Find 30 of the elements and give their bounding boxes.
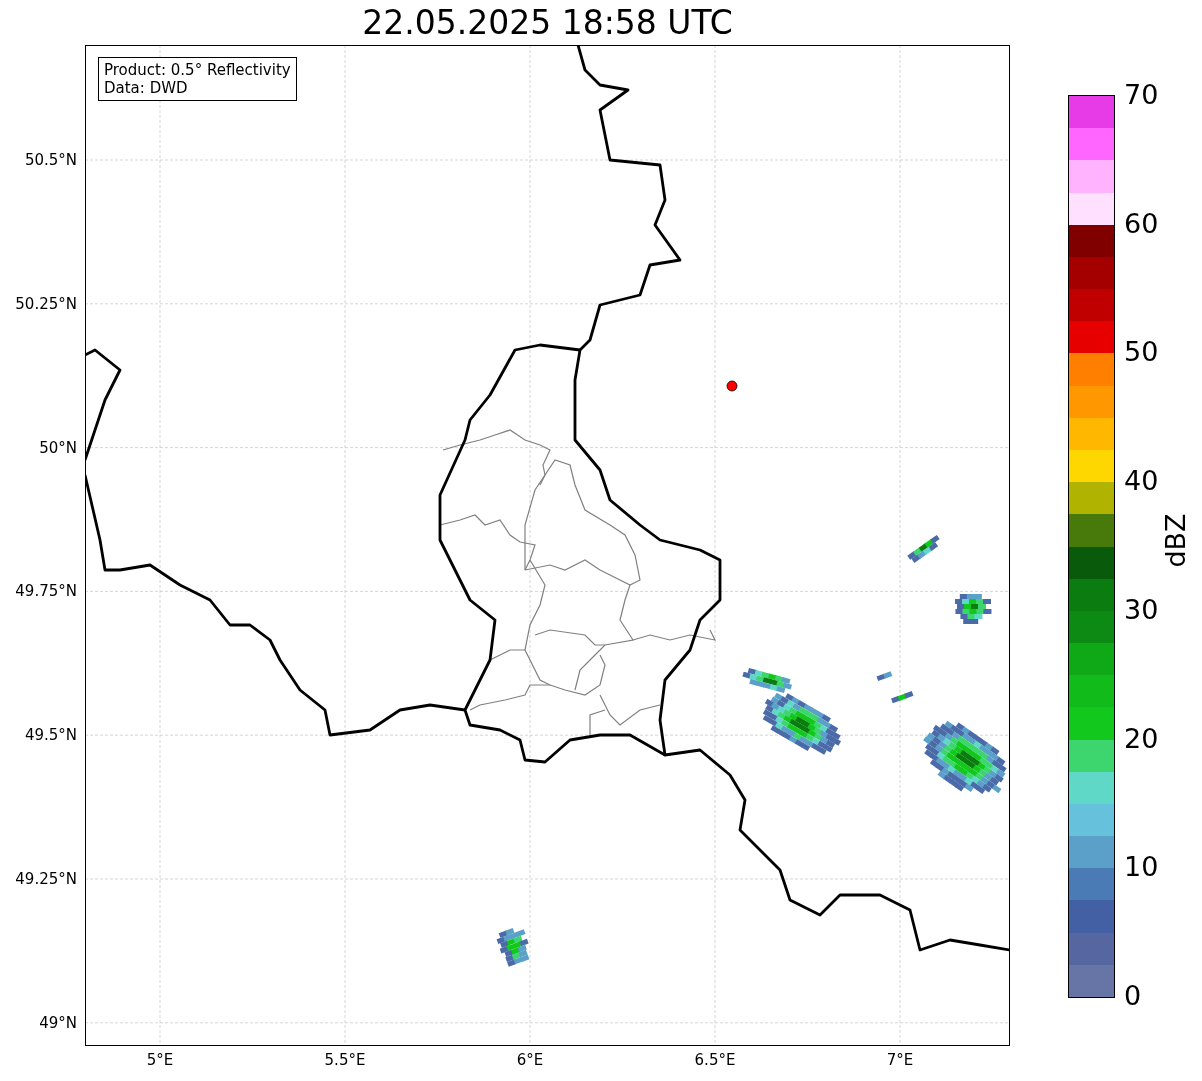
- radar-echo: [496, 928, 530, 967]
- colorbar-tick-label: 10: [1124, 851, 1159, 884]
- longitude-label: 7°E: [886, 1051, 914, 1069]
- colorbar-tick-label: 40: [1124, 465, 1159, 498]
- longitude-label: 6°E: [516, 1051, 544, 1069]
- colorbar-tick-label: 50: [1124, 336, 1159, 369]
- legend-text: Product: 0.5° Reflectivity: [104, 61, 291, 79]
- colorbar-tick-label: 30: [1124, 593, 1159, 626]
- chart-title: 22.05.2025 18:58 UTC: [361, 2, 734, 44]
- colorbar-label: dBZ: [1159, 513, 1191, 568]
- radar-echo: [891, 691, 914, 704]
- latitude-label: 50°N: [39, 438, 77, 457]
- radar-echo: [907, 535, 940, 563]
- colorbar-tick-label: 60: [1124, 207, 1159, 240]
- colorbar-tick-label: 20: [1124, 722, 1159, 755]
- radar-echo: [876, 671, 893, 682]
- colorbar-tick-label: 0: [1124, 980, 1142, 1012]
- latitude-label: 49.25°N: [15, 870, 77, 888]
- latitude-label: 49.75°N: [15, 582, 77, 601]
- radar-echo: [955, 594, 992, 624]
- longitude-label: 6.5°E: [694, 1051, 736, 1069]
- longitude-label: 5.5°E: [324, 1051, 366, 1069]
- legend-text: Data: DWD: [104, 79, 189, 97]
- latitude-label: 50.25°N: [15, 294, 77, 313]
- site-marker: [726, 380, 738, 392]
- longitude-label: 5°E: [146, 1051, 174, 1069]
- colorbar-tick-label: 70: [1124, 79, 1159, 111]
- latitude-label: 49.5°N: [24, 726, 77, 745]
- latitude-label: 49°N: [39, 1013, 77, 1032]
- latitude-label: 50.5°N: [24, 151, 77, 169]
